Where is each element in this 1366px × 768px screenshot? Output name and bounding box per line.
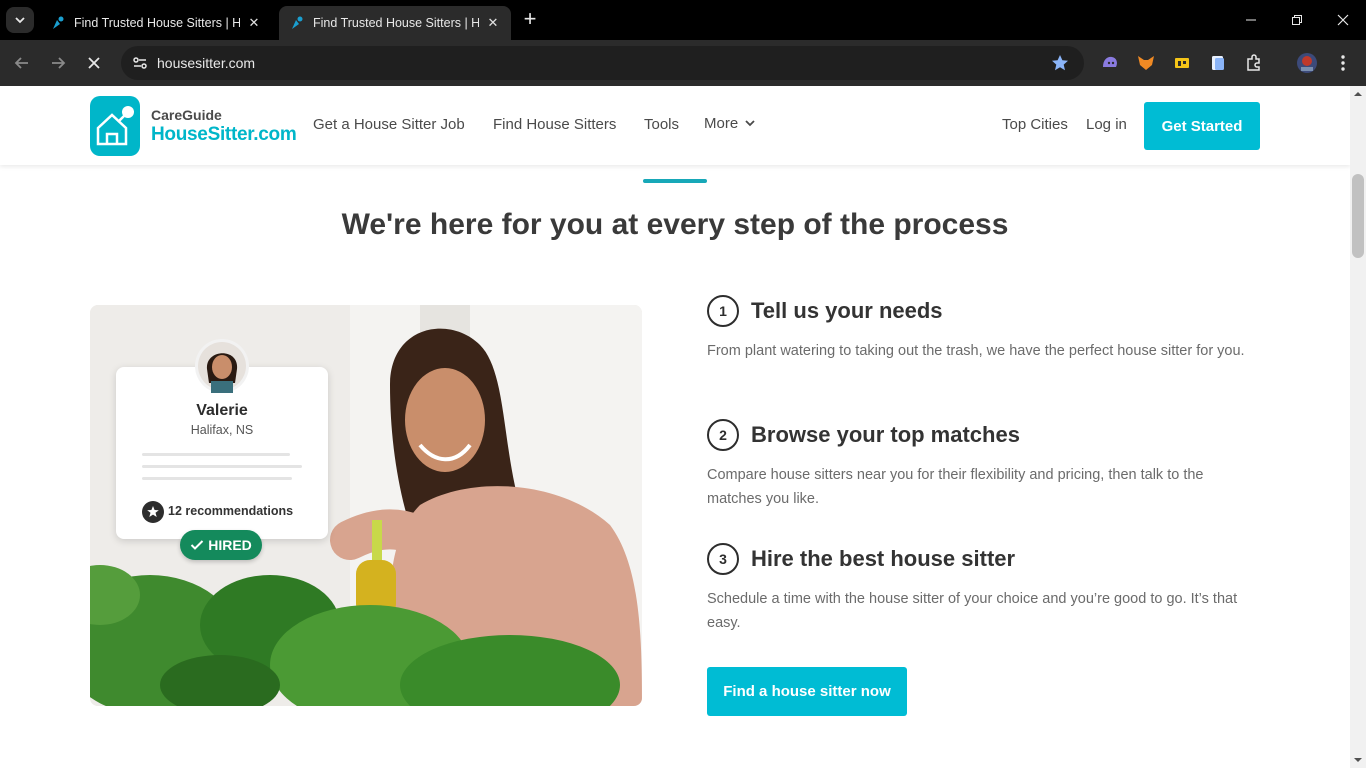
step-3-description: Schedule a time with the house sitter of… xyxy=(707,591,1238,631)
sitter-location: Halifax, NS xyxy=(190,423,254,437)
section-headline: We're here for you at every step of the … xyxy=(341,208,1009,241)
scroll-up-arrow-icon[interactable] xyxy=(1350,88,1366,100)
nav-tools[interactable]: Tools xyxy=(644,116,679,133)
sitter-name: Valerie xyxy=(196,402,248,419)
profile-avatar[interactable] xyxy=(1296,52,1318,74)
page-scrollbar[interactable] xyxy=(1350,86,1366,768)
step-2-number: 2 xyxy=(707,419,739,451)
site-settings-icon[interactable] xyxy=(131,54,149,72)
extension-ghost-icon[interactable] xyxy=(1099,52,1121,74)
scroll-down-arrow-icon[interactable] xyxy=(1350,754,1366,766)
housesitter-logo-icon[interactable] xyxy=(90,96,140,156)
chevron-down-icon xyxy=(15,17,25,24)
site-header: CareGuide HouseSitter.com Get a House Si… xyxy=(0,86,1350,165)
forward-arrow-icon xyxy=(52,57,66,69)
step-1-description: From plant watering to taking out the tr… xyxy=(707,343,1245,359)
stop-loading-button[interactable] xyxy=(81,50,107,76)
step-3-title: Hire the best house sitter xyxy=(751,546,1016,571)
browser-toolbar: housesitter.com xyxy=(0,40,1366,112)
step-2-description: Compare house sitters near you for their… xyxy=(707,467,1204,507)
chevron-down-icon xyxy=(745,120,755,127)
hired-badge: HIRED xyxy=(180,530,262,560)
back-button[interactable] xyxy=(9,50,35,76)
close-icon xyxy=(1337,14,1349,26)
placeholder-line xyxy=(142,477,292,480)
tab-strip: Find Trusted House Sitters | Hou ✕ Find … xyxy=(0,0,1366,40)
logo-housesitter-text[interactable]: HouseSitter.com xyxy=(151,124,297,146)
forward-button[interactable] xyxy=(45,50,71,76)
back-arrow-icon xyxy=(14,57,28,69)
housesitter-favicon-icon xyxy=(53,16,64,29)
close-tab-icon[interactable]: ✕ xyxy=(485,15,501,31)
browser-menu-icon[interactable] xyxy=(1332,52,1354,74)
star-badge-icon xyxy=(142,501,164,523)
nav-get-job[interactable]: Get a House Sitter Job xyxy=(313,116,465,133)
nav-top-cities[interactable]: Top Cities xyxy=(1002,116,1068,133)
url-text[interactable]: housesitter.com xyxy=(157,55,255,71)
hero-photo: Valerie Halifax, NS 12 recommendations H… xyxy=(90,305,642,706)
restore-button[interactable] xyxy=(1274,0,1320,40)
extensions-puzzle-icon[interactable] xyxy=(1243,52,1265,74)
extension-fox-icon[interactable] xyxy=(1135,52,1157,74)
browser-tab-1[interactable]: Find Trusted House Sitters | Hou ✕ xyxy=(40,6,272,40)
close-tab-icon[interactable]: ✕ xyxy=(246,15,262,31)
recommendations-count: 12 recommendations xyxy=(168,504,294,518)
hired-label: HIRED xyxy=(208,537,252,553)
extension-docs-icon[interactable] xyxy=(1207,52,1229,74)
nav-find-sitters[interactable]: Find House Sitters xyxy=(493,116,616,133)
placeholder-line xyxy=(142,465,302,468)
get-started-button[interactable]: Get Started xyxy=(1144,102,1260,150)
tab-title: Find Trusted House Sitters | Hou xyxy=(313,16,479,30)
housesitter-favicon-icon xyxy=(292,16,303,29)
login-link[interactable]: Log in xyxy=(1086,116,1127,133)
step-1-title: Tell us your needs xyxy=(751,298,943,323)
step-3-number: 3 xyxy=(707,543,739,575)
step-2-title: Browse your top matches xyxy=(751,422,1020,447)
sitter-avatar xyxy=(195,339,249,393)
tab-title: Find Trusted House Sitters | Hou xyxy=(74,16,240,30)
tab-search-button[interactable] xyxy=(6,7,34,33)
nav-more-label: More xyxy=(704,115,739,132)
minimize-button[interactable] xyxy=(1228,0,1274,40)
step-1-number: 1 xyxy=(707,295,739,327)
stop-icon xyxy=(88,57,100,69)
bookmark-star-icon[interactable] xyxy=(1050,53,1070,73)
extension-yellow-icon[interactable] xyxy=(1171,52,1193,74)
minimize-icon xyxy=(1246,19,1256,21)
placeholder-line xyxy=(142,453,290,456)
address-bar[interactable]: housesitter.com xyxy=(121,46,1084,80)
sitter-profile-card: Valerie Halifax, NS 12 recommendations xyxy=(116,339,328,539)
new-tab-button[interactable]: + xyxy=(518,8,542,32)
restore-icon xyxy=(1292,15,1302,25)
scrollbar-thumb[interactable] xyxy=(1352,174,1364,258)
find-sitter-button[interactable]: Find a house sitter now xyxy=(707,667,907,716)
browser-tab-2[interactable]: Find Trusted House Sitters | Hou ✕ xyxy=(279,6,511,40)
nav-more[interactable]: More xyxy=(704,115,756,132)
logo-careguide-text[interactable]: CareGuide xyxy=(151,107,222,123)
section-divider xyxy=(643,179,707,183)
checkmark-icon xyxy=(191,540,204,550)
close-window-button[interactable] xyxy=(1320,0,1366,40)
web-page: CareGuide HouseSitter.com Get a House Si… xyxy=(0,86,1350,768)
